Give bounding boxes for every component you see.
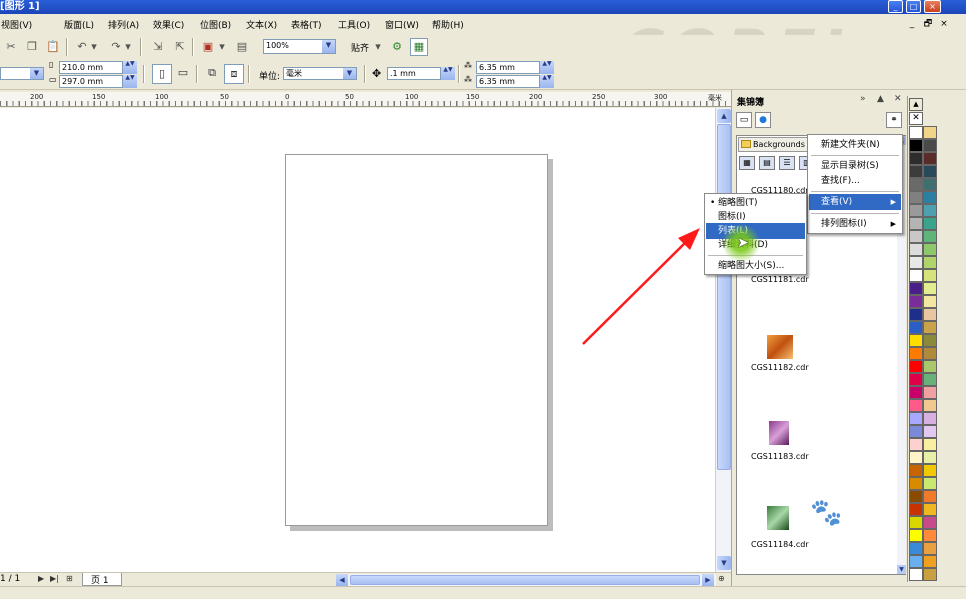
arrow-shaft [582,239,689,345]
watermark: 🐾 [740,498,910,582]
paw-icon: 🐾 [810,498,843,528]
